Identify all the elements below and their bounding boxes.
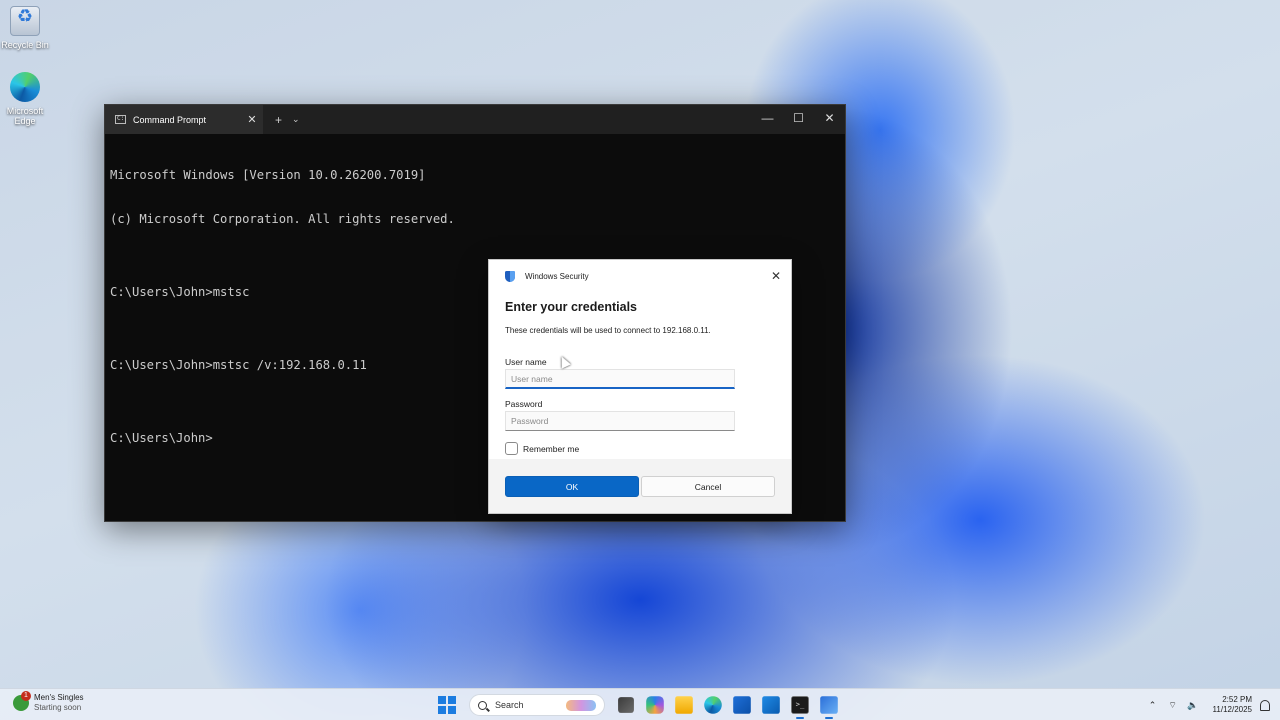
maximize-button[interactable]: ☐ [783, 105, 814, 134]
tab-dropdown-button[interactable]: ⌄ [292, 114, 300, 125]
terminal-taskbar-button[interactable]: >_ [789, 694, 811, 719]
search-highlight-icon [566, 700, 596, 711]
notification-badge: 1 [21, 691, 31, 701]
remember-me-label[interactable]: Remember me [523, 444, 579, 454]
dialog-header-title: Windows Security [525, 271, 589, 281]
shield-icon [505, 270, 515, 282]
dialog-title: Enter your credentials [505, 300, 637, 314]
tab-title: Command Prompt [133, 114, 207, 125]
password-input[interactable] [505, 411, 735, 431]
search-placeholder: Search [495, 700, 524, 710]
terminal-icon: >_ [790, 696, 809, 714]
close-button[interactable]: ✕ [814, 105, 845, 134]
username-label: User name [505, 357, 547, 367]
username-input[interactable] [505, 369, 735, 389]
terminal-titlebar[interactable]: C: Command Prompt ✕ + ⌄ — ☐ ✕ [105, 105, 845, 134]
command-prompt-icon: C: [115, 115, 126, 124]
remote-desktop-icon [819, 696, 838, 714]
dialog-description: These credentials will be used to connec… [505, 326, 711, 335]
tab-close-icon[interactable]: ✕ [241, 113, 263, 126]
desktop-icon-label: Recycle Bin [1, 40, 49, 50]
terminal-line: Microsoft Windows [Version 10.0.26200.70… [110, 168, 426, 183]
microsoft-store-icon[interactable] [732, 696, 751, 714]
password-label: Password [505, 399, 543, 409]
system-tray: ⌃ ⌔ 🔈 2:52 PM 11/12/2025 [1143, 693, 1270, 717]
tab-command-prompt[interactable]: C: Command Prompt ✕ [105, 105, 263, 134]
task-view-icon[interactable] [617, 697, 634, 713]
outlook-icon[interactable] [761, 696, 780, 714]
windows-security-dialog[interactable]: Windows Security ✕ Enter your credential… [488, 259, 792, 514]
clock[interactable]: 2:52 PM 11/12/2025 [1213, 695, 1252, 715]
desktop-icon-microsoft-edge[interactable]: Microsoft Edge [0, 72, 50, 126]
wifi-icon[interactable]: ⌔ [1165, 700, 1181, 711]
search-icon [478, 700, 487, 710]
widget-title: Men's Singles [34, 693, 84, 702]
notifications-bell-icon[interactable] [1260, 699, 1270, 711]
dialog-close-button[interactable]: ✕ [771, 269, 781, 283]
remote-desktop-taskbar-button[interactable] [818, 694, 840, 719]
clock-time: 2:52 PM [1222, 695, 1252, 704]
desktop-icon-label: Microsoft Edge [6, 106, 44, 126]
windows-logo-icon [438, 696, 447, 705]
taskbar-search[interactable]: Search [469, 694, 605, 716]
clock-date: 11/12/2025 [1212, 705, 1252, 714]
volume-icon[interactable]: 🔈 [1185, 700, 1201, 711]
dialog-header: Windows Security [489, 260, 791, 292]
file-explorer-icon[interactable] [674, 696, 693, 714]
cancel-button[interactable]: Cancel [641, 476, 775, 497]
minimize-button[interactable]: — [752, 105, 783, 134]
taskbar-apps: Search >_ [438, 693, 843, 719]
terminal-line: (c) Microsoft Corporation. All rights re… [110, 211, 455, 226]
new-tab-button[interactable]: + [275, 113, 282, 127]
ok-button[interactable]: OK [505, 476, 639, 497]
window-controls: — ☐ ✕ [752, 105, 845, 134]
recycle-bin-icon [10, 6, 40, 36]
desktop-icon-recycle-bin[interactable]: Recycle Bin [0, 6, 50, 50]
widgets-button[interactable]: 1 Men's Singles Starting soon [13, 691, 84, 713]
taskbar: 1 Men's Singles Starting soon Search >_ … [0, 688, 1280, 720]
widget-subtitle: Starting soon [34, 703, 82, 712]
edge-icon [10, 72, 40, 102]
sports-widget-icon: 1 [13, 691, 31, 711]
copilot-icon[interactable] [645, 696, 664, 714]
edge-taskbar-icon[interactable] [703, 696, 722, 714]
start-button[interactable] [438, 696, 456, 714]
widget-text: Men's Singles Starting soon [34, 693, 84, 713]
show-hidden-icons-chevron-icon[interactable]: ⌃ [1145, 700, 1161, 711]
remember-me-checkbox[interactable] [505, 442, 518, 455]
